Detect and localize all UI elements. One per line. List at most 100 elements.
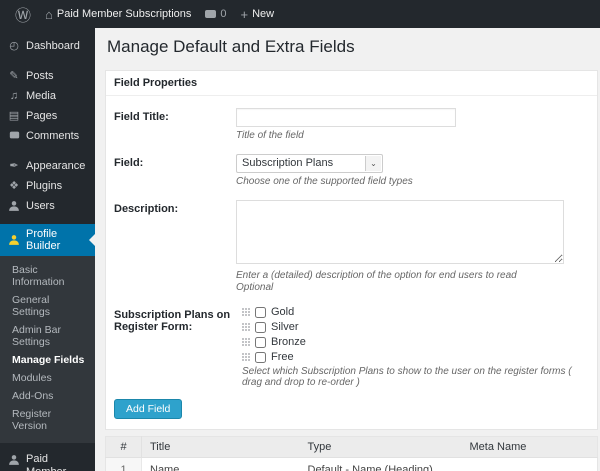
plan-checkbox-gold[interactable] — [255, 306, 266, 318]
submenu-basic-information[interactable]: Basic Information — [0, 261, 95, 291]
appearance-icon: ✒ — [9, 159, 19, 172]
dashboard-icon: ◴ — [9, 39, 19, 52]
comment-bubble-icon — [205, 10, 217, 18]
subscription-plans-row: Subscription Plans on Register Form: Gol… — [114, 306, 589, 388]
submenu-admin-bar-settings[interactable]: Admin Bar Settings — [0, 321, 95, 351]
comments-icon — [8, 131, 20, 142]
field-properties-panel: Field Properties Field Title: Title of t… — [105, 70, 598, 430]
sidebar-item-label: Pages — [26, 110, 58, 122]
field-type-label: Field: — [114, 157, 144, 169]
add-field-button[interactable]: Add Field — [114, 399, 183, 419]
main-content: Manage Default and Extra Fields Field Pr… — [95, 28, 600, 471]
admin-sidebar: ◴ Dashboard ✎ Posts ♫ Media ▤ Pages Comm… — [0, 28, 95, 471]
description-row: Description: Enter a (detailed) descript… — [114, 200, 589, 293]
description-optional-note: Optional — [236, 282, 274, 293]
admin-bar: Ⓦ ⌂ Paid Member Subscriptions 0 + New — [0, 0, 600, 28]
sidebar-item-plugins[interactable]: ❖ Plugins — [0, 176, 95, 196]
field-type-select[interactable]: Subscription Plans ⌄ — [236, 154, 383, 173]
table-row[interactable]: 1 Name Default - Name (Heading) — [105, 457, 598, 471]
drag-handle-icon[interactable] — [242, 353, 250, 361]
field-title-help: Title of the field — [236, 130, 304, 141]
sidebar-item-label: Profile Builder — [26, 228, 61, 252]
page-title: Manage Default and Extra Fields — [107, 37, 355, 56]
comment-count: 0 — [220, 8, 227, 20]
field-title-input[interactable] — [236, 108, 456, 127]
plan-label: Bronze — [271, 336, 306, 348]
site-name-link[interactable]: ⌂ Paid Member Subscriptions — [38, 0, 198, 28]
plugins-icon: ❖ — [9, 179, 19, 192]
field-type-help: Choose one of the supported field types — [236, 176, 413, 187]
sidebar-item-label: Media — [26, 90, 56, 102]
profile-builder-icon — [9, 235, 19, 245]
field-type-selected-value: Subscription Plans — [242, 157, 334, 169]
drag-handle-icon[interactable] — [242, 308, 250, 316]
wordpress-logo-icon: Ⓦ — [15, 8, 32, 25]
row-meta — [461, 457, 598, 471]
home-icon: ⌂ — [45, 6, 53, 22]
sidebar-item-profile-builder[interactable]: Profile Builder — [0, 224, 95, 256]
posts-icon: ✎ — [9, 69, 19, 82]
paid-member-subscriptions-icon — [9, 455, 19, 465]
sidebar-item-paid-member-subscriptions[interactable]: Paid Member Subscriptions — [0, 449, 95, 471]
plan-label: Gold — [271, 306, 295, 318]
sidebar-item-label: Appearance — [26, 160, 86, 172]
column-header-type: Type — [299, 436, 462, 458]
sidebar-item-media[interactable]: ♫ Media — [0, 86, 95, 106]
plan-option-free[interactable]: Free — [242, 351, 589, 363]
sidebar-item-posts[interactable]: ✎ Posts — [0, 66, 95, 86]
drag-handle-icon[interactable] — [242, 323, 250, 331]
column-header-title: Title — [141, 436, 300, 458]
sidebar-item-label: Dashboard — [26, 40, 80, 52]
row-type: Default - Name (Heading) — [299, 457, 462, 471]
sidebar-item-label: Plugins — [26, 180, 63, 192]
field-type-row: Field: Subscription Plans ⌄ Choose one o… — [114, 154, 589, 187]
plan-label: Free — [271, 351, 294, 363]
drag-handle-icon[interactable] — [242, 338, 250, 346]
new-content-menu[interactable]: + New — [234, 0, 282, 28]
sidebar-item-label: Posts — [26, 70, 54, 82]
column-header-meta-name: Meta Name — [461, 436, 598, 458]
plus-icon: + — [240, 6, 249, 22]
row-number: 1 — [105, 457, 142, 471]
description-textarea[interactable] — [236, 200, 564, 264]
row-title: Name — [141, 457, 300, 471]
submenu-register-version[interactable]: Register Version — [0, 405, 95, 435]
site-name-label: Paid Member Subscriptions — [56, 8, 192, 20]
pages-icon: ▤ — [8, 109, 20, 122]
submenu-general-settings[interactable]: General Settings — [0, 291, 95, 321]
plan-label: Silver — [271, 321, 299, 333]
plan-checkbox-bronze[interactable] — [255, 336, 266, 348]
panel-title: Field Properties — [106, 71, 597, 96]
plan-option-bronze[interactable]: Bronze — [242, 336, 589, 348]
submenu-manage-fields[interactable]: Manage Fields — [0, 351, 95, 369]
field-title-label: Field Title: — [114, 111, 169, 123]
sidebar-item-label: Paid Member Subscriptions — [26, 453, 66, 471]
plan-option-gold[interactable]: Gold — [242, 306, 589, 318]
chevron-down-icon: ⌄ — [365, 156, 381, 171]
sidebar-item-label: Users — [26, 200, 55, 212]
sidebar-item-pages[interactable]: ▤ Pages — [0, 106, 95, 126]
sidebar-item-users[interactable]: Users — [0, 196, 95, 216]
comments-admin-bar-link[interactable]: 0 — [198, 0, 233, 28]
field-title-row: Field Title: Title of the field — [114, 108, 589, 141]
sidebar-item-dashboard[interactable]: ◴ Dashboard — [0, 36, 95, 56]
sidebar-item-appearance[interactable]: ✒ Appearance — [0, 156, 95, 176]
sidebar-item-label: Comments — [26, 130, 80, 142]
submenu-add-ons[interactable]: Add-Ons — [0, 387, 95, 405]
plan-option-silver[interactable]: Silver — [242, 321, 589, 333]
media-icon: ♫ — [9, 89, 19, 102]
sidebar-item-comments[interactable]: Comments — [0, 126, 95, 146]
subscription-plans-help: Select which Subscription Plans to show … — [242, 366, 572, 388]
users-icon — [9, 201, 19, 211]
subscription-plans-label: Subscription Plans on Register Form: — [114, 309, 231, 333]
wordpress-logo-menu[interactable]: Ⓦ — [8, 0, 38, 28]
column-header-number: # — [105, 436, 142, 458]
fields-table: # Title Type Meta Name 1 Name Default - … — [105, 436, 598, 471]
new-label: New — [252, 8, 275, 20]
table-header-row: # Title Type Meta Name — [105, 436, 598, 458]
plan-checkbox-silver[interactable] — [255, 321, 266, 333]
description-label: Description: — [114, 203, 179, 215]
profile-builder-submenu: Basic Information General Settings Admin… — [0, 256, 95, 443]
submenu-modules[interactable]: Modules — [0, 369, 95, 387]
plan-checkbox-free[interactable] — [255, 351, 266, 363]
